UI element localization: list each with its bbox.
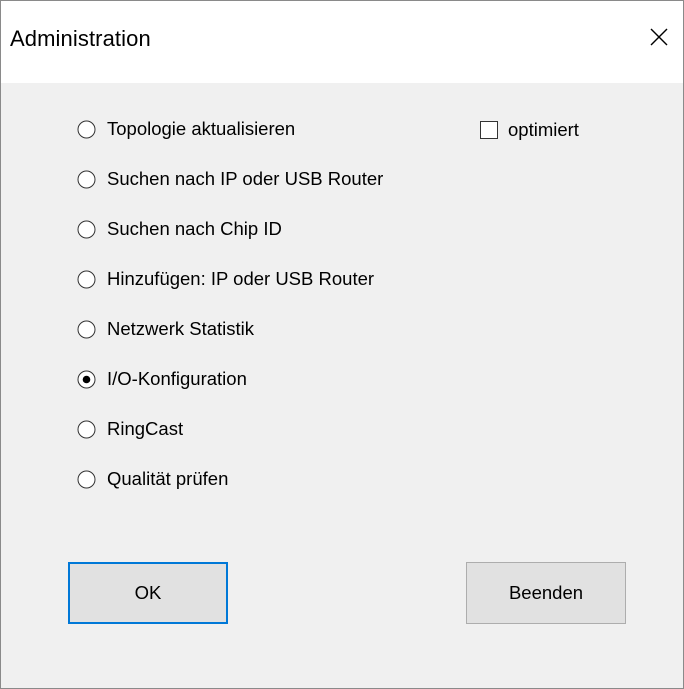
close-button[interactable] xyxy=(635,17,683,57)
radio-option-ringcast[interactable]: RingCast xyxy=(77,414,183,444)
checkbox-label: optimiert xyxy=(508,119,579,140)
optimiert-checkbox-row[interactable]: optimiert xyxy=(480,116,579,144)
option-label: Topologie aktualisieren xyxy=(107,118,296,139)
radio-option-io-konfiguration[interactable]: I/O-Konfiguration xyxy=(77,364,247,394)
radio-button[interactable] xyxy=(77,120,96,139)
radio-button[interactable] xyxy=(77,270,96,289)
radio-button[interactable] xyxy=(77,470,96,489)
option-label: Hinzufügen: IP oder USB Router xyxy=(107,268,375,289)
option-label: Netzwerk Statistik xyxy=(107,318,255,339)
option-label: RingCast xyxy=(107,418,184,439)
beenden-button[interactable]: Beenden xyxy=(466,562,626,624)
option-label: Suchen nach IP oder USB Router xyxy=(107,168,384,189)
title-bar: Administration xyxy=(1,1,683,83)
ok-button[interactable]: OK xyxy=(68,562,228,624)
radio-button[interactable] xyxy=(77,320,96,339)
radio-button[interactable] xyxy=(77,220,96,239)
radio-option-suchen-ip-usb[interactable]: Suchen nach IP oder USB Router xyxy=(77,164,383,194)
option-label: Suchen nach Chip ID xyxy=(107,218,282,239)
close-icon xyxy=(650,28,668,46)
radio-button-selected[interactable] xyxy=(77,370,96,389)
option-label: I/O-Konfiguration xyxy=(107,368,247,389)
radio-option-qualitaet-pruefen[interactable]: Qualität prüfen xyxy=(77,464,228,494)
window-title: Administration xyxy=(10,26,151,51)
optimiert-checkbox[interactable] xyxy=(480,121,498,139)
radio-button[interactable] xyxy=(77,420,96,439)
radio-selected-dot xyxy=(82,375,91,383)
radio-option-netzwerk-statistik[interactable]: Netzwerk Statistik xyxy=(77,314,254,344)
administration-dialog: Administration Topologie aktualisieren S… xyxy=(0,0,684,689)
radio-button[interactable] xyxy=(77,170,96,189)
radio-option-topologie-aktualisieren[interactable]: Topologie aktualisieren xyxy=(77,114,295,144)
radio-option-suchen-chip-id[interactable]: Suchen nach Chip ID xyxy=(77,214,282,244)
radio-option-hinzufuegen-router[interactable]: Hinzufügen: IP oder USB Router xyxy=(77,264,374,294)
option-label: Qualität prüfen xyxy=(107,468,229,489)
